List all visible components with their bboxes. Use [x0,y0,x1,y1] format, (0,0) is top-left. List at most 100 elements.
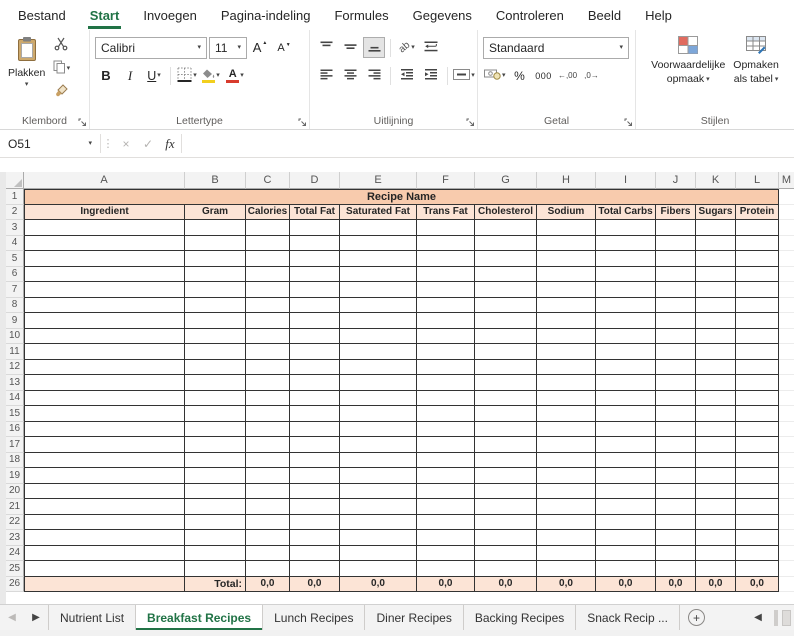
cell-D9[interactable] [290,313,340,329]
cell-K14[interactable] [696,391,736,407]
cell-E10[interactable] [340,329,417,345]
cell-I16[interactable] [596,422,656,438]
cell-A20[interactable] [24,484,185,500]
fill-color-button[interactable] [200,65,222,86]
cell-K8[interactable] [696,298,736,314]
cell-I19[interactable] [596,468,656,484]
column-header-A[interactable]: A [24,172,185,189]
cell-outside-6[interactable] [779,267,794,283]
cell-G16[interactable] [475,422,537,438]
cell-G12[interactable] [475,360,537,376]
cell-J18[interactable] [656,453,696,469]
dialog-launcher-icon[interactable] [298,118,307,127]
new-sheet-button[interactable]: + [688,609,705,626]
cell-A7[interactable] [24,282,185,298]
column-header-K[interactable]: K [696,172,736,189]
cell-I8[interactable] [596,298,656,314]
enter-button[interactable]: ✓ [137,130,159,157]
cell-E22[interactable] [340,515,417,531]
menu-tab-gegevens[interactable]: Gegevens [401,0,484,30]
currency-format-button[interactable] [483,65,507,86]
cell-H19[interactable] [537,468,596,484]
cell-I10[interactable] [596,329,656,345]
cell-outside-23[interactable] [779,530,794,546]
cell-A13[interactable] [24,375,185,391]
row-header-12[interactable]: 12 [6,360,24,376]
cell-J22[interactable] [656,515,696,531]
cell-C16[interactable] [246,422,290,438]
cell-I21[interactable] [596,499,656,515]
cell-K11[interactable] [696,344,736,360]
font-name-select[interactable]: Calibri [95,37,207,59]
row-header-16[interactable]: 16 [6,422,24,438]
cell-F3[interactable] [417,220,475,236]
cell-D12[interactable] [290,360,340,376]
cell-J7[interactable] [656,282,696,298]
cell-I24[interactable] [596,546,656,562]
cell-H8[interactable] [537,298,596,314]
column-title-fibers[interactable]: Fibers [656,205,696,221]
tab-splitter-handle[interactable] [774,610,778,626]
format-painter-button[interactable] [50,81,72,102]
menu-tab-help[interactable]: Help [633,0,684,30]
row-header-22[interactable]: 22 [6,515,24,531]
cell-J6[interactable] [656,267,696,283]
sheet-tab-diner-recipes[interactable]: Diner Recipes [365,605,463,630]
cell-K9[interactable] [696,313,736,329]
cell-A10[interactable] [24,329,185,345]
row-header-15[interactable]: 15 [6,406,24,422]
cell-D5[interactable] [290,251,340,267]
row-header-10[interactable]: 10 [6,329,24,345]
number-format-select[interactable]: Standaard [483,37,629,59]
cell-F23[interactable] [417,530,475,546]
cell-E4[interactable] [340,236,417,252]
paste-button[interactable]: Plakken [5,33,48,113]
cell-A4[interactable] [24,236,185,252]
cell-F11[interactable] [417,344,475,360]
hscrollbar-stub[interactable] [782,610,791,626]
cell-B25[interactable] [185,561,246,577]
cell-D7[interactable] [290,282,340,298]
merge-center-button[interactable] [453,65,475,86]
cell-H5[interactable] [537,251,596,267]
cell-D19[interactable] [290,468,340,484]
cell-I6[interactable] [596,267,656,283]
cell-B18[interactable] [185,453,246,469]
cell-D15[interactable] [290,406,340,422]
sheet-tab-nutrient-list[interactable]: Nutrient List [49,605,136,630]
cell-J24[interactable] [656,546,696,562]
cell-L19[interactable] [736,468,779,484]
cell-recipe-title[interactable]: Recipe Name [24,189,779,205]
cell-L14[interactable] [736,391,779,407]
cell-K19[interactable] [696,468,736,484]
cell-F6[interactable] [417,267,475,283]
cell-K23[interactable] [696,530,736,546]
cell-B5[interactable] [185,251,246,267]
cell-F13[interactable] [417,375,475,391]
underline-button[interactable]: U [143,65,165,86]
cell-outside-8[interactable] [779,298,794,314]
cell-I14[interactable] [596,391,656,407]
cell-G14[interactable] [475,391,537,407]
cell-I4[interactable] [596,236,656,252]
cell-G23[interactable] [475,530,537,546]
row-header-2[interactable]: 2 [6,205,24,221]
cell-E21[interactable] [340,499,417,515]
cell-D22[interactable] [290,515,340,531]
menu-tab-beeld[interactable]: Beeld [576,0,633,30]
cell-G9[interactable] [475,313,537,329]
menu-tab-controleren[interactable]: Controleren [484,0,576,30]
row-header-7[interactable]: 7 [6,282,24,298]
cell-H3[interactable] [537,220,596,236]
increase-decimal-button[interactable]: ←,00 [557,65,579,86]
cell-C5[interactable] [246,251,290,267]
row-header-11[interactable]: 11 [6,344,24,360]
cell-G10[interactable] [475,329,537,345]
column-header-L[interactable]: L [736,172,779,189]
cell-C3[interactable] [246,220,290,236]
cell-total-H26[interactable]: 0,0 [537,577,596,593]
column-title-saturated-fat[interactable]: Saturated Fat [340,205,417,221]
cell-L22[interactable] [736,515,779,531]
cell-K16[interactable] [696,422,736,438]
cell-K13[interactable] [696,375,736,391]
